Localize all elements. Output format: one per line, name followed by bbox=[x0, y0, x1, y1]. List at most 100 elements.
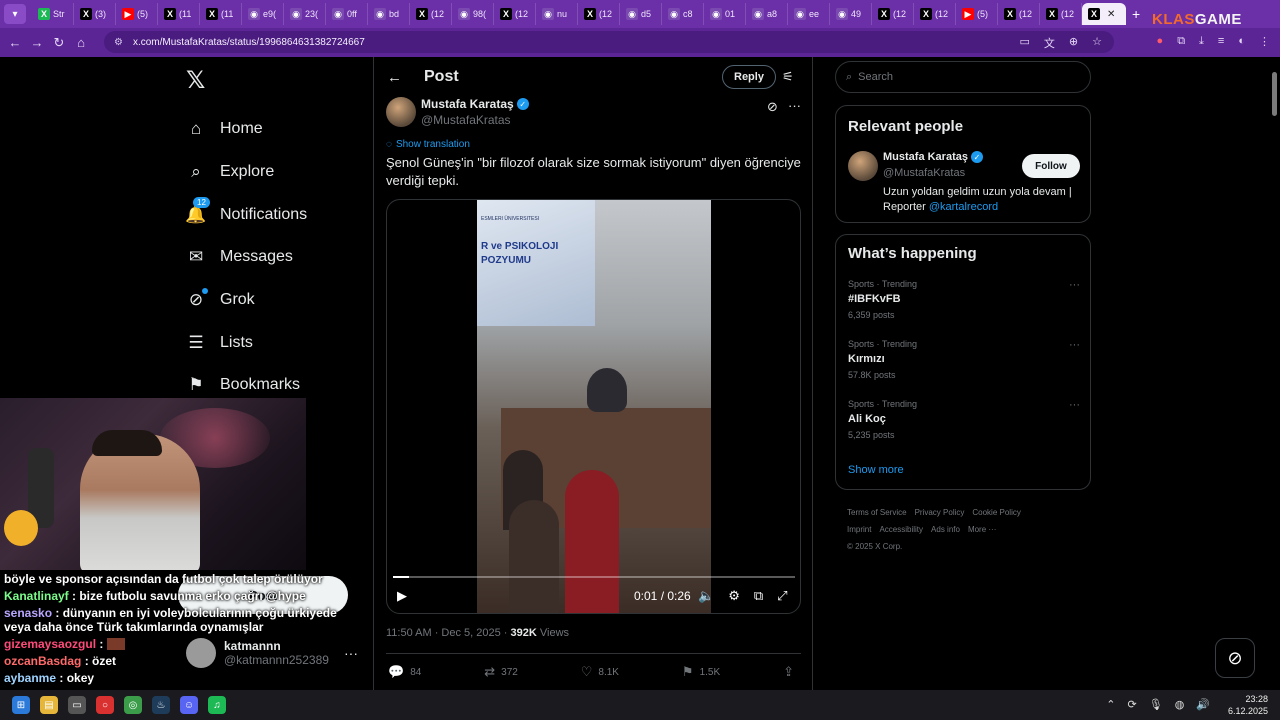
browser-tab[interactable]: X (12 bbox=[494, 3, 536, 25]
profile-avatar[interactable]: ◐ bbox=[1238, 35, 1245, 48]
like-button[interactable]: ♡ 8.1K bbox=[581, 664, 619, 680]
grok-fab-icon[interactable]: ⊘ bbox=[1215, 638, 1255, 678]
bio-link[interactable]: @kartalrecord bbox=[929, 201, 998, 213]
zoom-icon[interactable]: ⊕ bbox=[1069, 35, 1078, 51]
browser-tab[interactable]: ▶ (5) bbox=[116, 3, 158, 25]
active-tab[interactable]: X ✕ bbox=[1082, 3, 1126, 25]
show-translation-link[interactable]: ◌ Show translation bbox=[386, 139, 470, 150]
video-progress-bar[interactable] bbox=[393, 576, 795, 578]
tab-list-button[interactable]: ▾ bbox=[4, 4, 26, 24]
opera-browser-icon[interactable]: ○ bbox=[96, 696, 114, 714]
footer-link[interactable]: More ··· bbox=[968, 525, 996, 534]
browser-tab[interactable]: X Str bbox=[32, 3, 74, 25]
footer-link[interactable]: Cookie Policy bbox=[972, 508, 1020, 517]
browser-menu-icon[interactable]: ⋮ bbox=[1259, 35, 1270, 48]
volume-icon[interactable]: 🔈 bbox=[698, 588, 714, 604]
new-tab-button[interactable]: + bbox=[1132, 6, 1140, 22]
sidebar-item-grok[interactable]: ⊘ Grok bbox=[186, 279, 307, 322]
author-avatar[interactable] bbox=[386, 97, 416, 127]
browser-tab[interactable]: X (3) bbox=[74, 3, 116, 25]
avatar[interactable] bbox=[848, 151, 878, 181]
file-explorer-icon[interactable]: ▤ bbox=[40, 696, 58, 714]
steam-icon[interactable]: ♨ bbox=[152, 696, 170, 714]
relevant-person-name[interactable]: Mustafa Karataş bbox=[883, 151, 968, 163]
sidebar-item-messages[interactable]: ✉ Messages bbox=[186, 236, 307, 279]
reply-button[interactable]: 💬 84 bbox=[388, 664, 421, 680]
bookmark-star-icon[interactable]: ☆ bbox=[1092, 35, 1102, 51]
author-name[interactable]: Mustafa Karataş bbox=[421, 97, 514, 111]
picture-in-picture-icon[interactable]: ⧉ bbox=[754, 588, 763, 604]
footer-link[interactable]: Privacy Policy bbox=[915, 508, 965, 517]
browser-tab[interactable]: X (12 bbox=[578, 3, 620, 25]
grok-explain-icon[interactable]: ⊘ bbox=[767, 99, 778, 115]
chrome-icon[interactable]: ◎ bbox=[124, 696, 142, 714]
tray-app-icon[interactable]: ⟳ bbox=[1128, 698, 1137, 711]
trend-more-icon[interactable]: ··· bbox=[1069, 339, 1080, 351]
post-author[interactable]: Mustafa Karataş ✓ @MustafaKratas bbox=[386, 97, 529, 127]
trend-more-icon[interactable]: ··· bbox=[1069, 399, 1080, 411]
browser-tab[interactable]: ▶ (5) bbox=[956, 3, 998, 25]
sidebar-item-lists[interactable]: ☰ Lists bbox=[186, 321, 307, 364]
browser-tab[interactable]: ◉ e9( bbox=[242, 3, 284, 25]
footer-link[interactable]: Terms of Service bbox=[847, 508, 907, 517]
browser-tab[interactable]: ◉ d5 bbox=[620, 3, 662, 25]
browser-tab[interactable]: ◉ 23( bbox=[284, 3, 326, 25]
footer-link[interactable]: Ads info bbox=[931, 525, 960, 534]
scroll-thumb[interactable] bbox=[1272, 72, 1277, 116]
back-icon[interactable]: ← bbox=[4, 35, 26, 50]
site-info-icon[interactable]: ⚙ bbox=[114, 37, 123, 48]
start-icon[interactable]: ⊞ bbox=[12, 696, 30, 714]
app-icon[interactable]: ▭ bbox=[68, 696, 86, 714]
browser-tab[interactable]: ◉ 0ff bbox=[326, 3, 368, 25]
close-tab-icon[interactable]: ✕ bbox=[1107, 9, 1115, 20]
sidebar-item-home[interactable]: ⌂ Home bbox=[186, 108, 307, 151]
translate-icon[interactable]: 文 bbox=[1044, 35, 1055, 51]
bookmark-button[interactable]: ⚑ 1.5K bbox=[682, 664, 720, 680]
extensions-icon[interactable]: ⧉ bbox=[1177, 35, 1185, 48]
footer-link[interactable]: Imprint bbox=[847, 525, 871, 534]
trend-more-icon[interactable]: ··· bbox=[1069, 279, 1080, 291]
browser-tab[interactable]: X (12 bbox=[998, 3, 1040, 25]
browser-tab[interactable]: X (12 bbox=[914, 3, 956, 25]
downloads-icon[interactable]: ⤓ bbox=[1199, 35, 1204, 48]
sidebar-item-explore[interactable]: ⌕ Explore bbox=[186, 151, 307, 194]
browser-tab[interactable]: X (12 bbox=[872, 3, 914, 25]
show-more-link[interactable]: Show more bbox=[848, 464, 904, 476]
forward-icon[interactable]: → bbox=[26, 35, 48, 50]
follow-button[interactable]: Follow bbox=[1022, 154, 1080, 178]
tray-chevron-icon[interactable]: ⌃ bbox=[1106, 698, 1115, 711]
post-timestamp[interactable]: 11:50 AM · Dec 5, 2025 · bbox=[386, 627, 511, 639]
browser-tab[interactable]: ◉ ee bbox=[788, 3, 830, 25]
share-button[interactable]: ⇪ bbox=[783, 664, 800, 680]
footer-link[interactable]: Accessibility bbox=[879, 525, 923, 534]
spotify-icon[interactable]: ♫ bbox=[208, 696, 226, 714]
search-input[interactable]: ⌕ Search bbox=[835, 61, 1091, 93]
reply-button[interactable]: Reply bbox=[722, 65, 776, 89]
extension-red-icon[interactable]: ● bbox=[1157, 35, 1164, 48]
settings-icon[interactable]: ⚙ bbox=[728, 588, 740, 604]
browser-tab[interactable]: X (11 bbox=[158, 3, 200, 25]
address-bar[interactable]: ⚙ x.com/MustafaKratas/status/19968646313… bbox=[104, 31, 1114, 53]
video-player[interactable]: ESMLERI ÜNIVERSITESI R ve PSIKOLOJI POZY… bbox=[386, 199, 801, 614]
browser-tab[interactable]: ◉ a8 bbox=[746, 3, 788, 25]
x-logo-icon[interactable]: 𝕏 bbox=[186, 66, 205, 95]
sidebar-item-notifications[interactable]: 🔔 12 Notifications bbox=[185, 193, 307, 236]
speaker-icon[interactable]: 🔊 bbox=[1196, 698, 1210, 711]
browser-tab[interactable]: X (11 bbox=[200, 3, 242, 25]
browser-tab[interactable]: X (12 bbox=[1040, 3, 1082, 25]
relevant-person-handle[interactable]: @MustafaKratas bbox=[883, 167, 965, 179]
discord-icon[interactable]: ☺ bbox=[180, 696, 198, 714]
microphone-icon[interactable]: 🎙 bbox=[1149, 698, 1163, 711]
install-icon[interactable]: ▭ bbox=[1020, 35, 1030, 51]
play-icon[interactable]: ▶ bbox=[397, 588, 407, 604]
browser-tab[interactable]: ◉ 98( bbox=[452, 3, 494, 25]
fullscreen-icon[interactable]: ⤢ bbox=[777, 588, 787, 604]
trend-item[interactable]: Sports · Trending Kırmızı 57.8K posts ··· bbox=[848, 339, 1084, 380]
browser-tab[interactable]: ◉ nu bbox=[536, 3, 578, 25]
browser-tab[interactable]: ◉ bd bbox=[368, 3, 410, 25]
back-arrow-icon[interactable]: ← bbox=[387, 69, 402, 86]
footer-link[interactable]: © 2025 X Corp. bbox=[847, 542, 902, 551]
sliders-icon[interactable]: ⚟ bbox=[782, 69, 794, 85]
browser-tab[interactable]: X (12 bbox=[410, 3, 452, 25]
trend-item[interactable]: Sports · Trending Ali Koç 5,235 posts ··· bbox=[848, 399, 1084, 440]
